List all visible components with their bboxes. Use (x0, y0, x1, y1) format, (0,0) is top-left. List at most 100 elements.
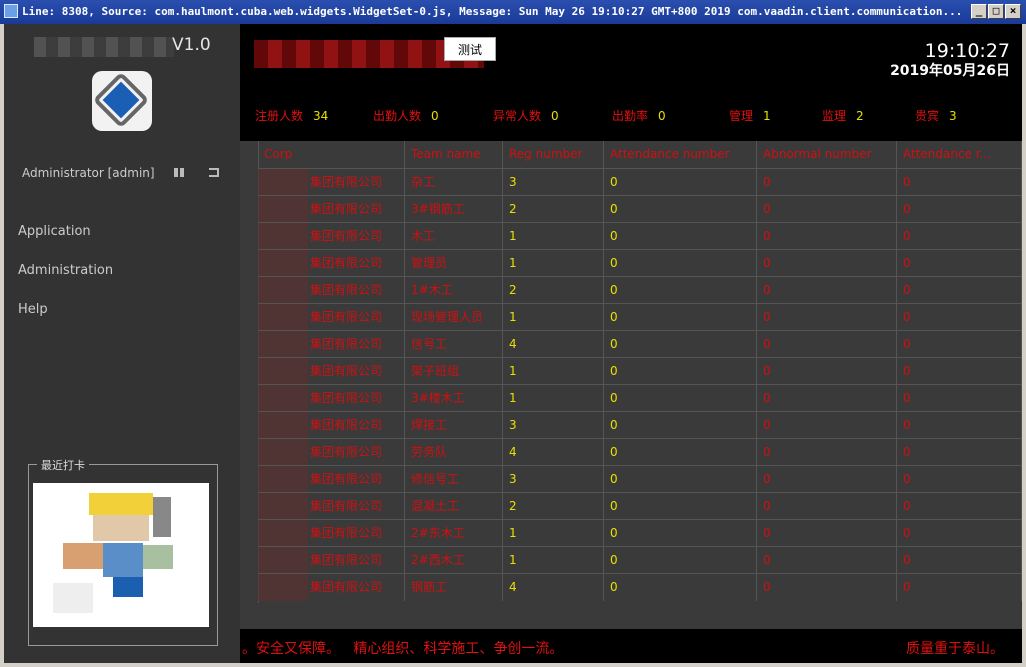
table-cell-reg: 1 (503, 304, 604, 331)
stat-label: 出勤率 (612, 109, 649, 123)
cell-team: 3#钢筋工 (411, 202, 465, 216)
test-button[interactable]: 测试 (444, 37, 496, 61)
table-cell-rate: 0 (897, 574, 1022, 601)
cell-reg: 3 (509, 418, 517, 432)
table-cell-att: 0 (604, 223, 757, 250)
table-cell-att: 0 (604, 277, 757, 304)
settings-icon[interactable] (174, 168, 185, 177)
column-header-attendance-number[interactable]: Attendance number (604, 141, 757, 168)
table-cell-corp: 集团有限公司 (258, 169, 405, 196)
cell-abn: 0 (763, 553, 771, 567)
cell-reg: 4 (509, 445, 517, 459)
corp-name-redacted (258, 439, 308, 466)
table-cell-abn: 0 (757, 277, 897, 304)
table-row[interactable]: 集团有限公司 3#钢筋工 2 0 0 0 (258, 195, 1022, 223)
table-cell-att: 0 (604, 439, 757, 466)
cell-reg: 2 (509, 283, 517, 297)
cell-reg: 4 (509, 580, 517, 594)
cell-abn: 0 (763, 202, 771, 216)
column-header-abnormal-number[interactable]: Abnormal number (757, 141, 897, 168)
table-cell-att: 0 (604, 493, 757, 520)
table-cell-att: 0 (604, 169, 757, 196)
cell-rate: 0 (903, 553, 911, 567)
menu-item-administration[interactable]: Administration (18, 263, 113, 278)
table-cell-reg: 3 (503, 169, 604, 196)
cell-corp: 集团有限公司 (310, 256, 383, 270)
cell-att: 0 (610, 364, 618, 378)
table-row[interactable]: 集团有限公司 木工 1 0 0 0 (258, 222, 1022, 250)
table-row[interactable]: 集团有限公司 管理员 1 0 0 0 (258, 249, 1022, 277)
table-cell-rate: 0 (897, 385, 1022, 412)
cell-rate: 0 (903, 337, 911, 351)
corp-name-redacted (258, 277, 308, 304)
menu-item-application[interactable]: Application (18, 224, 91, 239)
stat-label: 出勤人数 (373, 109, 422, 123)
cell-att: 0 (610, 499, 618, 513)
cell-team: 劳务队 (411, 445, 448, 459)
cell-corp: 集团有限公司 (310, 472, 383, 486)
table-cell-att: 0 (604, 466, 757, 493)
table-row[interactable]: 集团有限公司 杂工 3 0 0 0 (258, 168, 1022, 196)
cell-corp: 集团有限公司 (310, 337, 383, 351)
cell-reg: 3 (509, 175, 517, 189)
table-row[interactable]: 集团有限公司 1#木工 2 0 0 0 (258, 276, 1022, 304)
table-cell-abn: 0 (757, 439, 897, 466)
cell-att: 0 (610, 337, 618, 351)
table-cell-abn: 0 (757, 358, 897, 385)
maximize-button[interactable]: □ (988, 4, 1004, 19)
minimize-button[interactable]: _ (971, 4, 987, 19)
column-header-reg-number[interactable]: Reg number (503, 141, 604, 168)
table-cell-abn: 0 (757, 574, 897, 601)
table-row[interactable]: 集团有限公司 2#西木工 1 0 0 0 (258, 546, 1022, 574)
cell-reg: 2 (509, 202, 517, 216)
cell-team: 2#西木工 (411, 553, 465, 567)
table-cell-reg: 1 (503, 250, 604, 277)
column-header-attendance-rate[interactable]: Attendance r... (897, 141, 1022, 168)
table-cell-corp: 集团有限公司 (258, 304, 405, 331)
table-row[interactable]: 集团有限公司 3#楼木工 1 0 0 0 (258, 384, 1022, 412)
cell-abn: 0 (763, 580, 771, 594)
cell-rate: 0 (903, 283, 911, 297)
stat-value: 3 (949, 109, 957, 123)
table-row[interactable]: 集团有限公司 信号工 4 0 0 0 (258, 330, 1022, 358)
table-row[interactable]: 集团有限公司 现场管理人员 1 0 0 0 (258, 303, 1022, 331)
table-cell-reg: 2 (503, 277, 604, 304)
table-row[interactable]: 集团有限公司 焊接工 3 0 0 0 (258, 411, 1022, 439)
cell-att: 0 (610, 418, 618, 432)
table-cell-reg: 4 (503, 574, 604, 601)
cell-rate: 0 (903, 391, 911, 405)
corp-name-redacted (258, 574, 308, 601)
cell-corp: 集团有限公司 (310, 418, 383, 432)
stat-management: 管理 1 (729, 107, 771, 124)
corp-name-redacted (258, 385, 308, 412)
table-cell-reg: 2 (503, 196, 604, 223)
table-row[interactable]: 集团有限公司 修信号工 3 0 0 0 (258, 465, 1022, 493)
user-name[interactable]: Administrator [admin] (22, 166, 155, 180)
corp-name-redacted (258, 493, 308, 520)
table-cell-team: 修信号工 (405, 466, 503, 493)
cell-abn: 0 (763, 175, 771, 189)
table-cell-abn: 0 (757, 169, 897, 196)
table-cell-reg: 4 (503, 439, 604, 466)
table-cell-att: 0 (604, 385, 757, 412)
table-row[interactable]: 集团有限公司 混凝土工 2 0 0 0 (258, 492, 1022, 520)
cell-rate: 0 (903, 418, 911, 432)
corp-name-redacted (258, 304, 308, 331)
table-cell-team: 3#钢筋工 (405, 196, 503, 223)
column-header-team-name[interactable]: Team name (405, 141, 503, 168)
table-row[interactable]: 集团有限公司 架子班组 1 0 0 0 (258, 357, 1022, 385)
table-cell-reg: 1 (503, 520, 604, 547)
table-cell-corp: 集团有限公司 (258, 493, 405, 520)
table-cell-rate: 0 (897, 304, 1022, 331)
table-row[interactable]: 集团有限公司 钢筋工 4 0 0 0 (258, 573, 1022, 601)
cell-abn: 0 (763, 499, 771, 513)
logout-icon[interactable] (209, 168, 219, 177)
cell-rate: 0 (903, 229, 911, 243)
table-cell-reg: 1 (503, 223, 604, 250)
close-button[interactable]: × (1005, 4, 1021, 19)
column-header-corp[interactable]: Corp (258, 141, 405, 168)
table-row[interactable]: 集团有限公司 劳务队 4 0 0 0 (258, 438, 1022, 466)
table-cell-att: 0 (604, 547, 757, 574)
menu-item-help[interactable]: Help (18, 302, 48, 317)
table-row[interactable]: 集团有限公司 2#东木工 1 0 0 0 (258, 519, 1022, 547)
